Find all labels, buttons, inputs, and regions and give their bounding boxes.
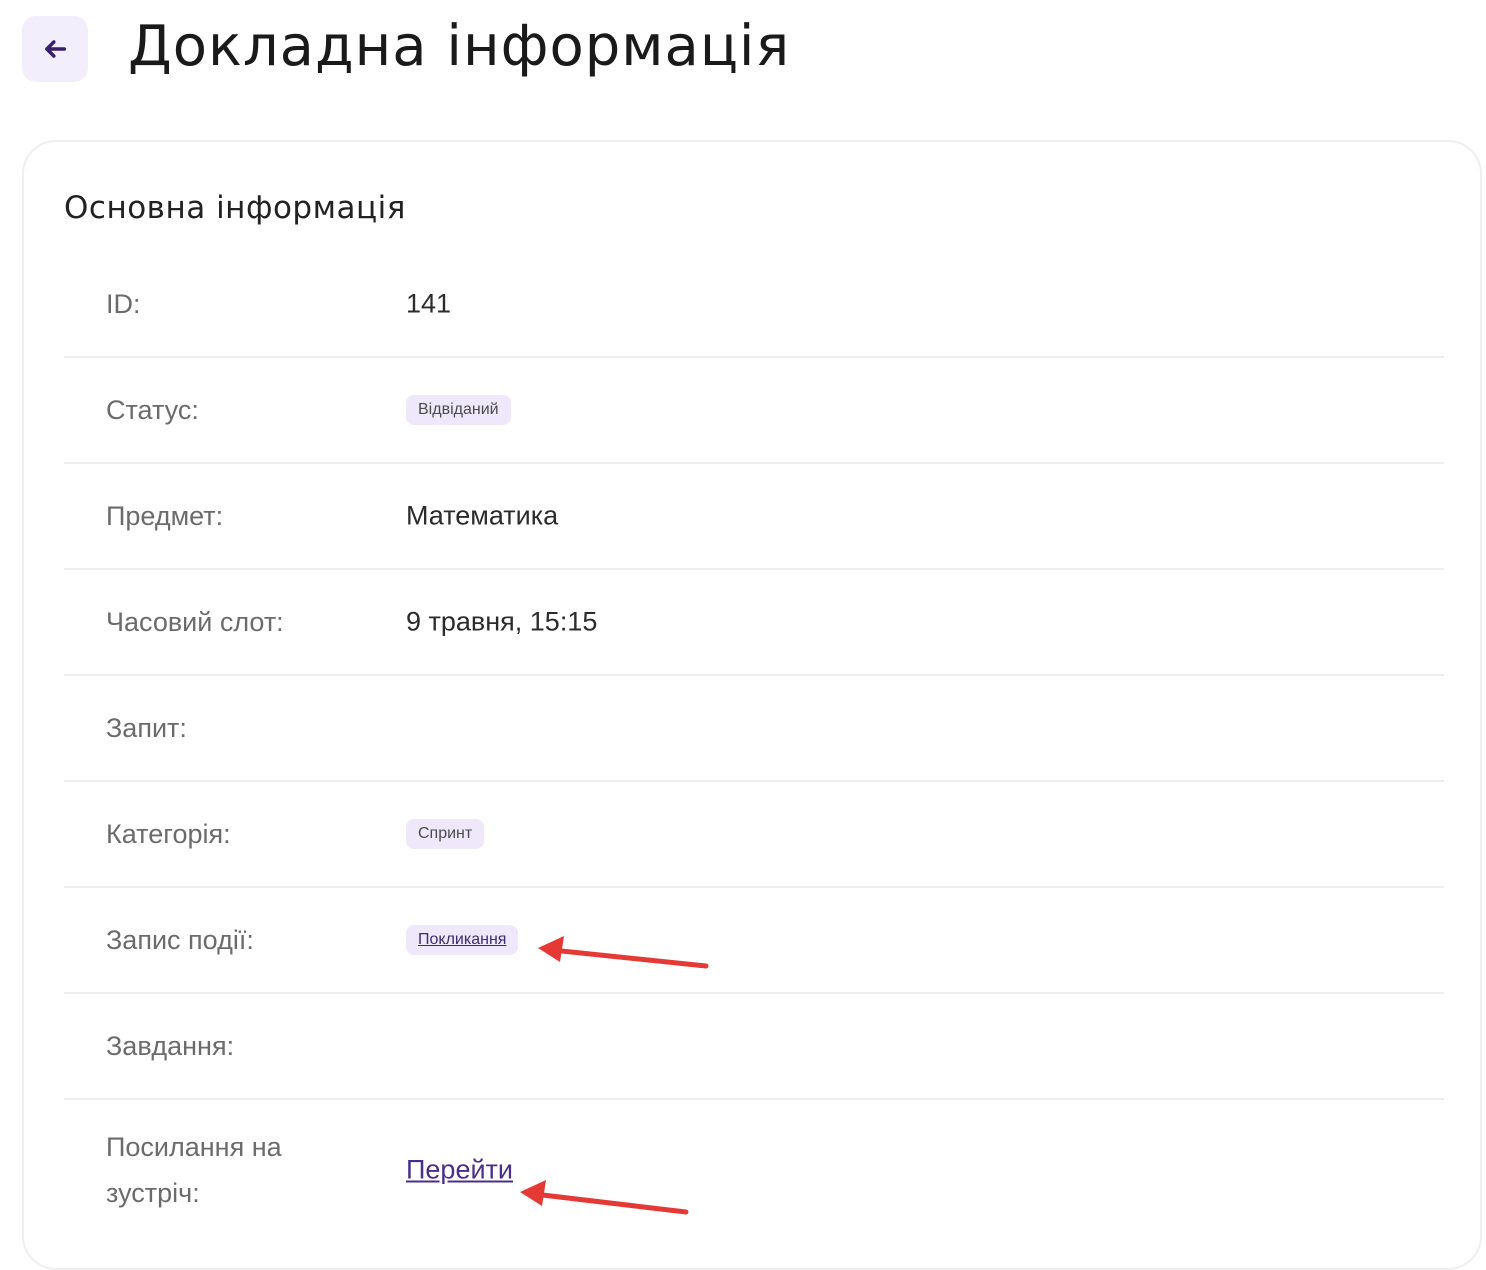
row-event-record: Запис події: Покликання: [64, 888, 1444, 994]
main-info-card: Основна інформація ID: 141 Статус: Відві…: [22, 140, 1482, 1270]
row-label-time-slot: Часовий слот:: [106, 607, 284, 637]
row-label-id: ID:: [106, 289, 141, 319]
page-title: Докладна інформація: [128, 14, 791, 79]
back-button[interactable]: [22, 16, 88, 82]
arrow-left-icon: [45, 40, 67, 58]
row-request: Запит:: [64, 676, 1444, 782]
status-badge: Відвіданий: [406, 395, 511, 425]
row-label-event-record: Запис події:: [106, 925, 254, 955]
page-header: Докладна інформація: [0, 0, 1486, 110]
row-status: Статус: Відвіданий: [64, 358, 1444, 464]
row-meeting-link: Посилання на зустріч: Перейти: [64, 1100, 1444, 1240]
event-record-link[interactable]: Покликання: [406, 925, 519, 955]
info-rows: ID: 141 Статус: Відвіданий Предмет: Мате…: [64, 252, 1444, 1240]
subject-value: Математика: [406, 500, 559, 531]
meeting-link[interactable]: Перейти: [406, 1155, 513, 1186]
card-title: Основна інформація: [64, 190, 406, 226]
row-label-status: Статус:: [106, 395, 199, 425]
row-label-subject: Предмет:: [106, 501, 224, 531]
row-subject: Предмет: Математика: [64, 464, 1444, 570]
row-category: Категорія: Спринт: [64, 782, 1444, 888]
row-id: ID: 141: [64, 252, 1444, 358]
row-label-category: Категорія:: [106, 819, 231, 849]
row-label-request: Запит:: [106, 713, 187, 743]
meeting-link-label-text: Посилання на зустріч:: [106, 1132, 282, 1208]
category-badge: Спринт: [406, 819, 485, 849]
row-time-slot: Часовий слот: 9 травня, 15:15: [64, 570, 1444, 676]
row-label-task: Завдання:: [106, 1031, 235, 1061]
id-value: 141: [406, 288, 452, 319]
time-slot-value: 9 травня, 15:15: [406, 606, 598, 637]
row-task: Завдання:: [64, 994, 1444, 1100]
row-label-meeting-link: Посилання на зустріч:: [106, 1124, 326, 1216]
